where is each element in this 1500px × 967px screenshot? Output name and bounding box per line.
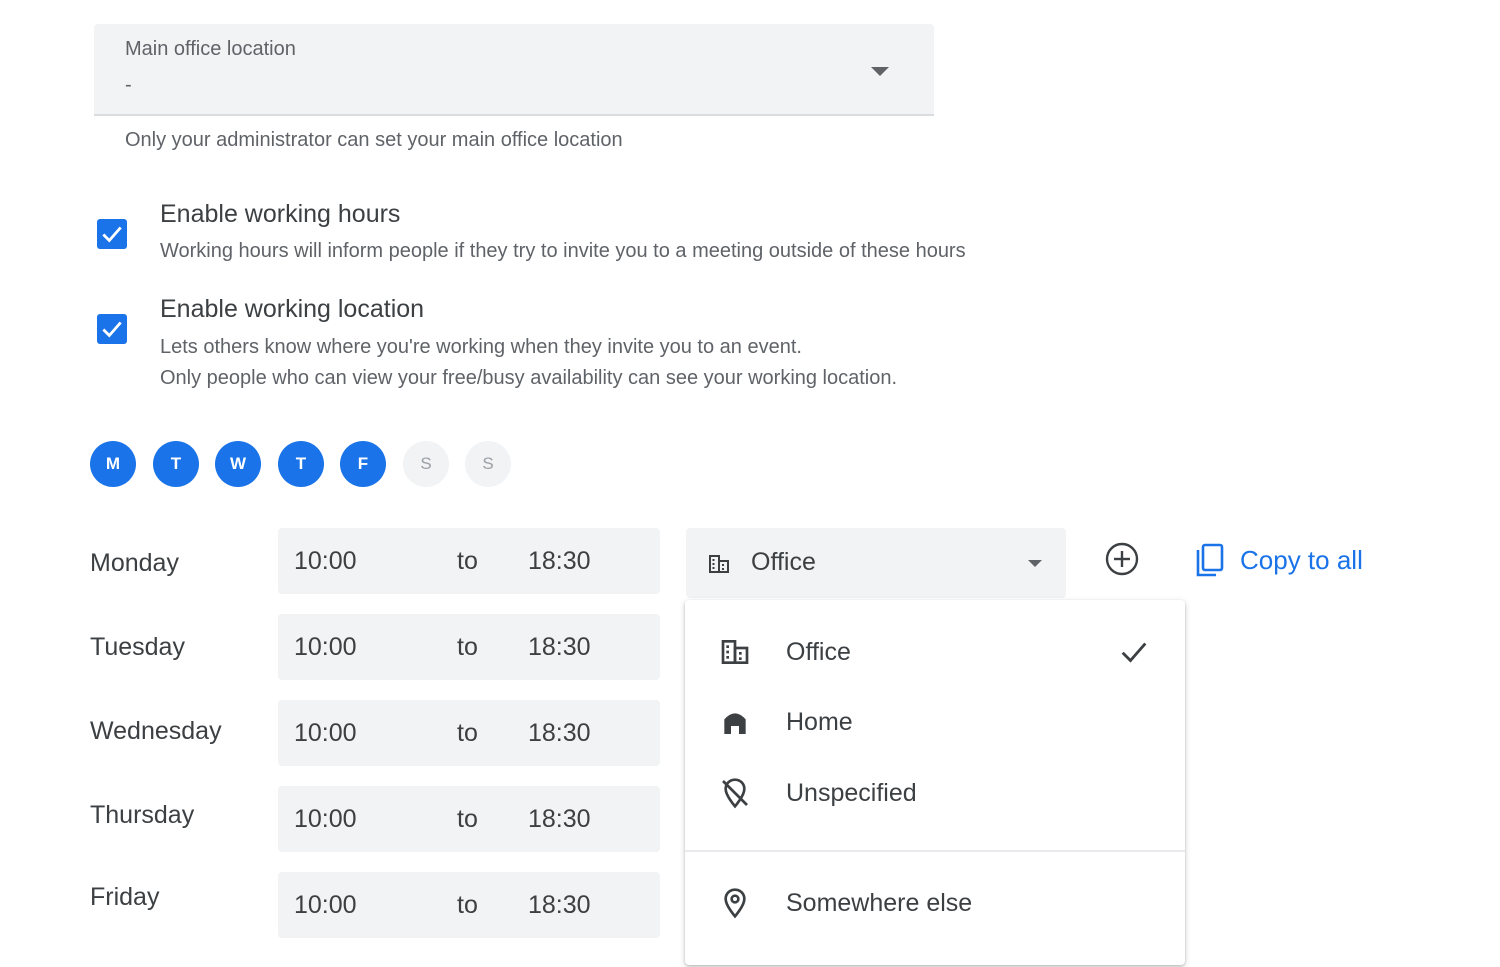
menu-item-label: Unspecified xyxy=(786,778,917,807)
day-toggle-friday[interactable]: F xyxy=(340,441,386,487)
end-time[interactable]: 18:30 xyxy=(528,633,591,662)
dropdown-arrow-icon xyxy=(871,67,889,76)
working-hours-checkbox[interactable] xyxy=(97,219,127,249)
location-dropdown-menu: Office Home Unspecified Somewhere else xyxy=(685,600,1185,965)
time-separator: to xyxy=(457,719,478,747)
day-label-thursday: Thursday xyxy=(90,801,195,829)
start-time[interactable]: 10:00 xyxy=(294,719,357,748)
check-icon xyxy=(1121,642,1147,663)
copy-to-all-label: Copy to all xyxy=(1240,544,1363,575)
menu-item-label: Somewhere else xyxy=(786,888,973,917)
working-location-value: Office xyxy=(751,548,816,576)
time-range-monday[interactable]: 10:00 to 18:30 xyxy=(278,528,660,594)
day-toggle-monday[interactable]: M xyxy=(90,441,136,487)
time-separator: to xyxy=(457,547,478,575)
start-time[interactable]: 10:00 xyxy=(294,633,357,662)
building-icon xyxy=(721,640,749,664)
working-location-desc-2: Only people who can view your free/busy … xyxy=(160,367,898,389)
end-time[interactable]: 18:30 xyxy=(528,891,591,920)
end-time[interactable]: 18:30 xyxy=(528,547,591,576)
time-separator: to xyxy=(457,891,478,919)
main-office-select[interactable]: Main office location - xyxy=(94,24,934,116)
menu-item-office[interactable]: Office xyxy=(685,622,1185,682)
main-office-label: Main office location xyxy=(125,38,296,60)
day-label-monday: Monday xyxy=(90,549,179,577)
menu-item-home[interactable]: Home xyxy=(685,692,1185,752)
menu-item-label: Office xyxy=(786,637,851,666)
day-label-friday: Friday xyxy=(90,883,160,911)
time-range-friday[interactable]: 10:00 to 18:30 xyxy=(278,872,660,938)
time-range-tuesday[interactable]: 10:00 to 18:30 xyxy=(278,614,660,680)
end-time[interactable]: 18:30 xyxy=(528,805,591,834)
working-location-desc-1: Lets others know where you're working wh… xyxy=(160,336,802,358)
menu-item-unspecified[interactable]: Unspecified xyxy=(685,763,1185,823)
end-time[interactable]: 18:30 xyxy=(528,719,591,748)
menu-divider xyxy=(685,850,1185,852)
building-icon xyxy=(709,555,729,573)
checkmark-icon xyxy=(102,226,122,243)
start-time[interactable]: 10:00 xyxy=(294,547,357,576)
day-toggle-wednesday[interactable]: W xyxy=(215,441,261,487)
menu-item-label: Home xyxy=(786,707,853,736)
copy-to-all-button[interactable]: Copy to all xyxy=(1192,542,1363,578)
day-toggle-tuesday[interactable]: T xyxy=(153,441,199,487)
add-circle-icon[interactable] xyxy=(1104,541,1140,577)
menu-item-somewhere-else[interactable]: Somewhere else xyxy=(685,873,1185,933)
day-label-tuesday: Tuesday xyxy=(90,633,185,661)
day-toggle-thursday[interactable]: T xyxy=(278,441,324,487)
time-range-thursday[interactable]: 10:00 to 18:30 xyxy=(278,786,660,852)
dropdown-arrow-icon xyxy=(1028,560,1042,567)
main-office-helper: Only your administrator can set your mai… xyxy=(125,129,623,151)
start-time[interactable]: 10:00 xyxy=(294,891,357,920)
working-hours-desc: Working hours will inform people if they… xyxy=(160,240,966,262)
working-location-title: Enable working location xyxy=(160,295,425,323)
copy-icon xyxy=(1196,543,1224,577)
day-toggle-sunday[interactable]: S xyxy=(465,441,511,487)
day-label-wednesday: Wednesday xyxy=(90,717,222,745)
working-hours-title: Enable working hours xyxy=(160,200,401,228)
day-toggle-saturday[interactable]: S xyxy=(403,441,449,487)
working-location-checkbox[interactable] xyxy=(97,314,127,344)
start-time[interactable]: 10:00 xyxy=(294,805,357,834)
time-separator: to xyxy=(457,633,478,661)
location-off-icon xyxy=(722,778,748,809)
time-range-wednesday[interactable]: 10:00 to 18:30 xyxy=(278,700,660,766)
time-separator: to xyxy=(457,805,478,833)
location-pin-icon xyxy=(724,888,746,919)
working-location-select[interactable]: Office xyxy=(686,528,1066,598)
main-office-value: - xyxy=(125,74,132,96)
checkmark-icon xyxy=(102,321,122,338)
home-icon xyxy=(724,713,746,734)
